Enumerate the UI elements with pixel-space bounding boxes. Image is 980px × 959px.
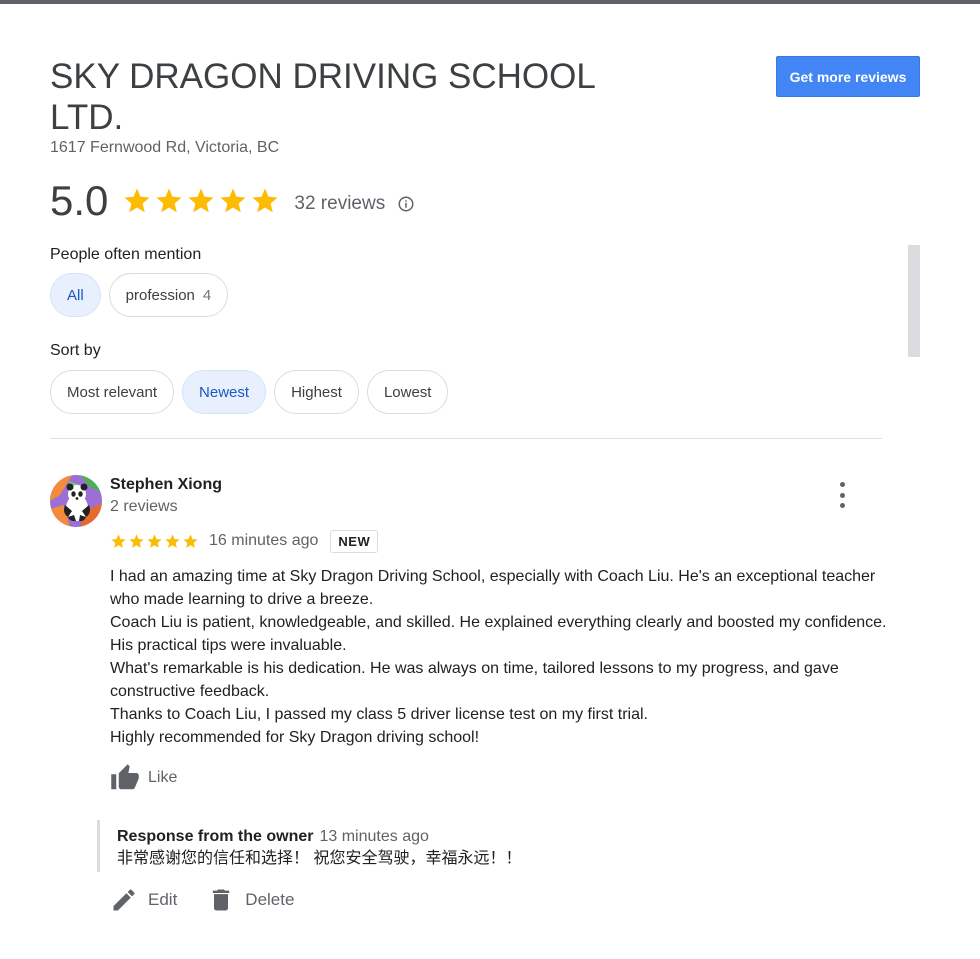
sort-lowest[interactable]: Lowest <box>366 370 449 414</box>
owner-response-text: 非常感谢您的信任和选择！ 祝您安全驾驶，幸福永远！！ <box>117 850 522 867</box>
trash-icon <box>213 889 230 911</box>
star-icon <box>252 188 278 213</box>
star-icon <box>183 533 198 548</box>
rating-score: 5.0 <box>50 177 109 224</box>
top-border <box>0 0 980 4</box>
like-button[interactable]: Like <box>110 763 177 793</box>
scrollbar[interactable] <box>908 245 920 357</box>
pencil-icon <box>113 889 135 911</box>
star-icon <box>111 533 126 548</box>
sort-highest[interactable]: Highest <box>274 370 359 414</box>
star-icon <box>188 188 214 213</box>
dot <box>839 482 845 487</box>
sort-label: Sort by <box>50 342 101 359</box>
review-rating-row: 16 minutes ago NEW <box>110 527 379 555</box>
owner-actions: Edit Delete <box>110 886 324 914</box>
sort-most-relevant[interactable]: Most relevant <box>50 370 175 414</box>
mention-chip-profession[interactable]: profession 4 <box>108 273 229 317</box>
mentions-chips: All profession 4 <box>50 273 229 317</box>
owner-response-heading: Response from the owner 13 minutes ago <box>117 826 897 848</box>
star-icon <box>220 188 246 213</box>
review-paragraph: I had an amazing time at Sky Dragon Driv… <box>110 568 876 608</box>
thumbs-up-icon <box>111 764 139 790</box>
edit-button[interactable]: Edit <box>110 886 177 914</box>
review-paragraph: Thanks to Coach Liu, I passed my class 5… <box>110 706 648 723</box>
star-icon <box>147 533 162 548</box>
rating-summary: 5.0 32 reviews <box>50 176 415 226</box>
mention-chip-label: profession <box>125 286 195 304</box>
dot <box>839 492 845 498</box>
delete-button[interactable]: Delete <box>207 886 294 914</box>
new-badge: NEW <box>330 529 379 553</box>
review-page: SKY DRAGON DRIVING SCHOOL LTD. 1617 Fern… <box>0 0 980 959</box>
get-more-reviews-button[interactable]: Get more reviews <box>776 56 920 97</box>
reviewer-name[interactable]: Stephen Xiong <box>110 476 222 494</box>
mention-chip-count: 4 <box>202 286 212 304</box>
avatar[interactable] <box>50 475 102 527</box>
star-icon <box>129 533 144 548</box>
star-icon <box>165 533 180 548</box>
edit-label: Edit <box>148 890 178 909</box>
more-options-icon[interactable] <box>830 482 854 508</box>
star-icon <box>156 188 182 213</box>
info-icon[interactable] <box>397 195 415 213</box>
owner-response: Response from the owner 13 minutes ago 非常… <box>97 820 897 872</box>
sort-chips: Most relevant Newest Highest Lowest <box>50 370 449 414</box>
like-label: Like <box>148 769 178 786</box>
review-stars <box>110 533 199 550</box>
divider <box>50 438 882 439</box>
mentions-label: People often mention <box>50 246 202 263</box>
mention-chip-all[interactable]: All <box>50 273 101 317</box>
review-paragraph: What's remarkable is his dedication. He … <box>110 660 839 700</box>
star-icon <box>124 188 150 213</box>
dot <box>839 503 845 508</box>
business-address: 1617 Fernwood Rd, Victoria, BC <box>50 139 280 156</box>
owner-response-label: Response from the owner <box>117 828 314 845</box>
sort-newest[interactable]: Newest <box>182 370 267 414</box>
reviewer-review-count: 2 reviews <box>110 498 178 515</box>
review-paragraph: Coach Liu is patient, knowledgeable, and… <box>110 614 887 654</box>
business-name: SKY DRAGON DRIVING SCHOOL LTD. <box>50 57 595 137</box>
review-paragraph: Highly recommended for Sky Dragon drivin… <box>110 729 480 746</box>
mention-chip-label: All <box>67 286 84 304</box>
review-time: 16 minutes ago <box>209 532 319 549</box>
rating-stars <box>122 186 280 216</box>
delete-label: Delete <box>245 890 295 909</box>
review-text: I had an amazing time at Sky Dragon Driv… <box>110 565 890 749</box>
owner-response-time: 13 minutes ago <box>319 828 429 845</box>
review-count[interactable]: 32 reviews <box>294 193 385 215</box>
